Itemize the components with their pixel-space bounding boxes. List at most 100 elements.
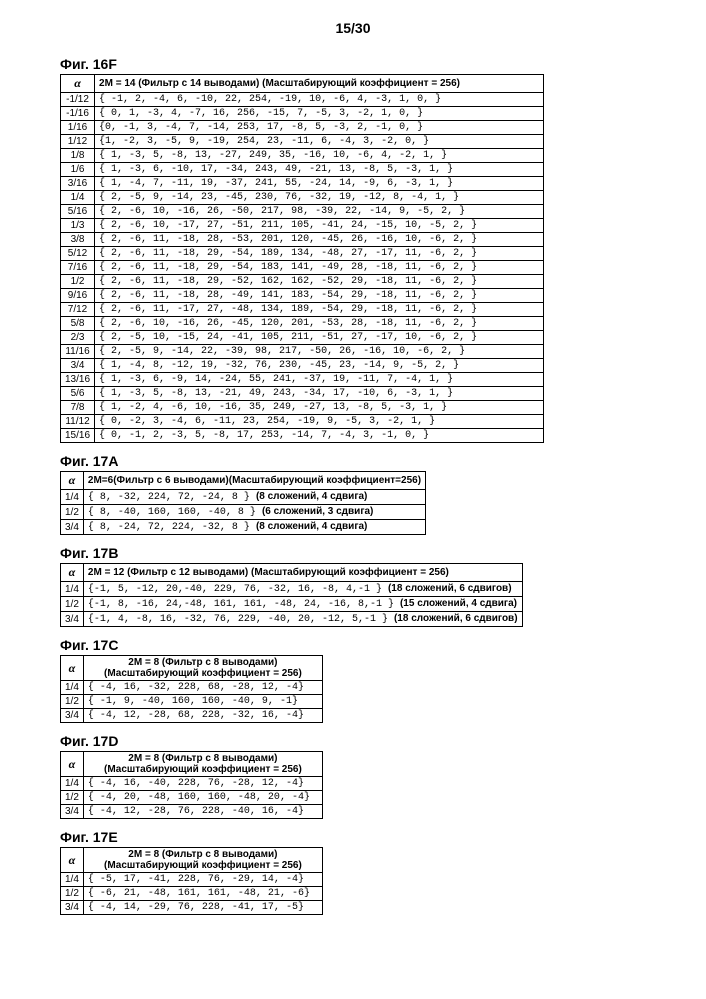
table-row: 3/4{ 8, -24, 72, 224, -32, 8 } (8 сложен… <box>61 520 426 535</box>
figure-label-17d: Фиг. 17D <box>60 733 646 749</box>
alpha-cell: 11/16 <box>61 345 95 359</box>
alpha-cell: 15/16 <box>61 429 95 443</box>
table-row: 1/2{ 8, -40, 160, 160, -40, 8 } (6 сложе… <box>61 505 426 520</box>
alpha-cell: 1/4 <box>61 191 95 205</box>
alpha-cell: 1/12 <box>61 135 95 149</box>
table-row: 1/4{ -4, 16, -32, 228, 68, -28, 12, -4} <box>61 681 323 695</box>
coef-cell: {-1, 8, -16, 24,-48, 161, 161, -48, 24, … <box>83 597 522 612</box>
table-row: 3/8{ 2, -6, 11, -18, 28, -53, 201, 120, … <box>61 233 544 247</box>
alpha-cell: 11/12 <box>61 415 95 429</box>
alpha-cell: 13/16 <box>61 373 95 387</box>
alpha-cell: 3/16 <box>61 177 95 191</box>
alpha-cell: 7/8 <box>61 401 95 415</box>
coef-cell: { 2, -6, 11, -17, 27, -48, 134, 189, -54… <box>95 303 544 317</box>
table-row: 1/2{ -6, 21, -48, 161, 161, -48, 21, -6} <box>61 887 323 901</box>
header-alpha: α <box>61 472 84 490</box>
alpha-cell: 1/2 <box>61 597 84 612</box>
alpha-cell: 1/4 <box>61 681 84 695</box>
coef-cell: {1, -2, 3, -5, 9, -19, 254, 23, -11, 6, … <box>95 135 544 149</box>
coef-cell: { 1, -3, 5, -8, 13, -21, 49, 243, -34, 1… <box>95 387 544 401</box>
coef-cell: { 1, -3, 6, -10, 17, -34, 243, 49, -21, … <box>95 163 544 177</box>
coef-cell: { -1, 9, -40, 160, 160, -40, 9, -1} <box>83 695 322 709</box>
table-row: -1/16{ 0, 1, -3, 4, -7, 16, 256, -15, 7,… <box>61 107 544 121</box>
table-row: 7/8{ 1, -2, 4, -6, 10, -16, 35, 249, -27… <box>61 401 544 415</box>
table-17d: α 2M = 8 (Фильтр с 8 выводами) (Масштаби… <box>60 751 323 819</box>
table-row: 9/16{ 2, -6, 11, -18, 28, -49, 141, 183,… <box>61 289 544 303</box>
alpha-cell: 9/16 <box>61 289 95 303</box>
annotation: (8 сложений, 4 сдвига) <box>256 521 367 532</box>
header-alpha: α <box>61 656 84 681</box>
annotation: (18 сложений, 6 сдвигов) <box>394 613 518 624</box>
header-coef: 2M = 12 (Фильтр с 12 выводами) (Масштаби… <box>83 564 522 582</box>
coef-cell: { -4, 16, -40, 228, 76, -28, 12, -4} <box>83 777 322 791</box>
alpha-cell: 1/4 <box>61 490 84 505</box>
coef-cell: { 2, -6, 11, -18, 28, -53, 201, 120, -45… <box>95 233 544 247</box>
table-row: 1/2{ -1, 9, -40, 160, 160, -40, 9, -1} <box>61 695 323 709</box>
alpha-cell: 1/2 <box>61 505 84 520</box>
figure-label-17a: Фиг. 17A <box>60 453 646 469</box>
coef-cell: { 2, -5, 9, -14, 22, -39, 98, 217, -50, … <box>95 345 544 359</box>
alpha-cell: 3/4 <box>61 805 84 819</box>
annotation: (6 сложений, 3 сдвига) <box>262 506 373 517</box>
table-row: 5/16{ 2, -6, 10, -16, 26, -50, 217, 98, … <box>61 205 544 219</box>
table-row: 5/8{ 2, -6, 10, -16, 26, -45, 120, 201, … <box>61 317 544 331</box>
coef-cell: { 2, -6, 11, -18, 29, -52, 162, 162, -52… <box>95 275 544 289</box>
coef-cell: { 2, -5, 9, -14, 23, -45, 230, 76, -32, … <box>95 191 544 205</box>
alpha-cell: -1/12 <box>61 93 95 107</box>
table-row: 1/4{-1, 5, -12, 20,-40, 229, 76, -32, 16… <box>61 582 523 597</box>
coef-cell: { -4, 20, -48, 160, 160, -48, 20, -4} <box>83 791 322 805</box>
coef-cell: { 1, -4, 8, -12, 19, -32, 76, 230, -45, … <box>95 359 544 373</box>
alpha-cell: 3/4 <box>61 901 84 915</box>
alpha-cell: 3/4 <box>61 359 95 373</box>
coef-cell: { 1, -3, 6, -9, 14, -24, 55, 241, -37, 1… <box>95 373 544 387</box>
annotation: (8 сложений, 4 сдвига) <box>256 491 367 502</box>
table-row: 5/12{ 2, -6, 11, -18, 29, -54, 189, 134,… <box>61 247 544 261</box>
coef-cell: { 8, -32, 224, 72, -24, 8 } (8 сложений,… <box>83 490 425 505</box>
coef-cell: { 0, 1, -3, 4, -7, 16, 256, -15, 7, -5, … <box>95 107 544 121</box>
alpha-cell: 1/4 <box>61 873 84 887</box>
table-row: 7/16{ 2, -6, 11, -18, 29, -54, 183, 141,… <box>61 261 544 275</box>
table-row: 3/4{ -4, 12, -28, 68, 228, -32, 16, -4} <box>61 709 323 723</box>
table-row: 1/4{ -5, 17, -41, 228, 76, -29, 14, -4} <box>61 873 323 887</box>
coef-cell: { 2, -6, 11, -18, 29, -54, 189, 134, -48… <box>95 247 544 261</box>
coef-cell: { -5, 17, -41, 228, 76, -29, 14, -4} <box>83 873 322 887</box>
figure-label-16f: Фиг. 16F <box>60 56 646 72</box>
alpha-cell: 1/16 <box>61 121 95 135</box>
table-row: 1/4{ 2, -5, 9, -14, 23, -45, 230, 76, -3… <box>61 191 544 205</box>
table-row: 1/4{ 8, -32, 224, 72, -24, 8 } (8 сложен… <box>61 490 426 505</box>
alpha-cell: 1/2 <box>61 887 84 901</box>
figure-label-17b: Фиг. 17B <box>60 545 646 561</box>
table-17b: α 2M = 12 (Фильтр с 12 выводами) (Масшта… <box>60 563 523 627</box>
alpha-cell: 5/8 <box>61 317 95 331</box>
table-row: 1/2{ -4, 20, -48, 160, 160, -48, 20, -4} <box>61 791 323 805</box>
table-row: 1/16{0, -1, 3, -4, 7, -14, 253, 17, -8, … <box>61 121 544 135</box>
table-row: 11/12{ 0, -2, 3, -4, 6, -11, 23, 254, -1… <box>61 415 544 429</box>
table-row: 1/2{-1, 8, -16, 24,-48, 161, 161, -48, 2… <box>61 597 523 612</box>
coef-cell: { 8, -24, 72, 224, -32, 8 } (8 сложений,… <box>83 520 425 535</box>
header-alpha: α <box>61 752 84 777</box>
table-row: 3/4{ 1, -4, 8, -12, 19, -32, 76, 230, -4… <box>61 359 544 373</box>
table-row: 15/16{ 0, -1, 2, -3, 5, -8, 17, 253, -14… <box>61 429 544 443</box>
coef-cell: { -4, 12, -28, 76, 228, -40, 16, -4} <box>83 805 322 819</box>
coef-cell: { 2, -5, 10, -15, 24, -41, 105, 211, -51… <box>95 331 544 345</box>
page-number: 15/30 <box>60 20 646 36</box>
table-row: 1/2{ 2, -6, 11, -18, 29, -52, 162, 162, … <box>61 275 544 289</box>
coef-cell: { 2, -6, 11, -18, 28, -49, 141, 183, -54… <box>95 289 544 303</box>
table-row: 1/6{ 1, -3, 6, -10, 17, -34, 243, 49, -2… <box>61 163 544 177</box>
header-alpha: α <box>61 564 84 582</box>
alpha-cell: 3/8 <box>61 233 95 247</box>
table-17a: α 2M=6(Фильтр с 6 выводами)(Масштабирующ… <box>60 471 426 535</box>
alpha-cell: 1/4 <box>61 777 84 791</box>
table-row: -1/12{ -1, 2, -4, 6, -10, 22, 254, -19, … <box>61 93 544 107</box>
alpha-cell: 7/12 <box>61 303 95 317</box>
table-16f: α 2M = 14 (Фильтр с 14 выводами) (Масшта… <box>60 74 544 443</box>
alpha-cell: 5/12 <box>61 247 95 261</box>
alpha-cell: 1/2 <box>61 791 84 805</box>
table-17c: α 2M = 8 (Фильтр с 8 выводами) (Масштаби… <box>60 655 323 723</box>
figure-label-17c: Фиг. 17C <box>60 637 646 653</box>
coef-cell: { -4, 12, -28, 68, 228, -32, 16, -4} <box>83 709 322 723</box>
alpha-cell: 3/4 <box>61 520 84 535</box>
alpha-cell: 1/3 <box>61 219 95 233</box>
alpha-cell: 5/6 <box>61 387 95 401</box>
alpha-cell: 5/16 <box>61 205 95 219</box>
